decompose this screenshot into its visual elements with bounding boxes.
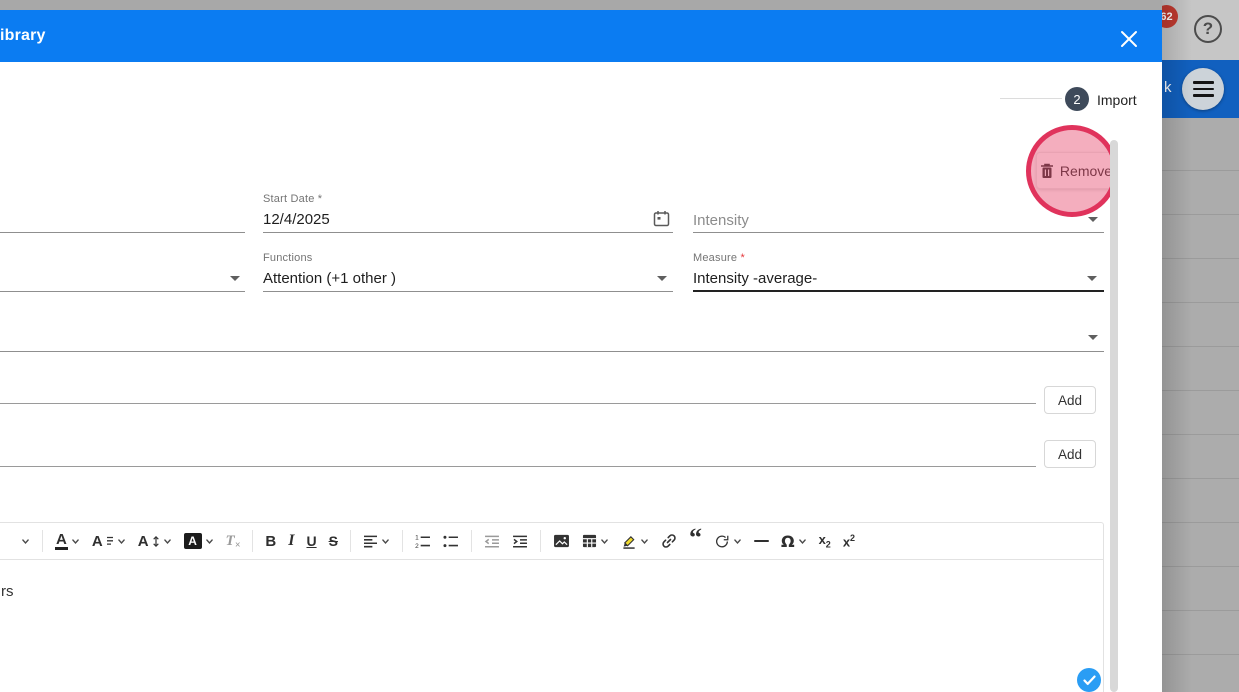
functions-underline xyxy=(263,291,673,292)
table-row-divider xyxy=(1162,346,1239,347)
intensity-caret-icon[interactable] xyxy=(1088,217,1098,222)
modal-scrollbar-thumb[interactable] xyxy=(1110,140,1118,692)
functions-select[interactable]: Attention (+1 other ) xyxy=(263,270,396,287)
step-2-circle[interactable]: 2 xyxy=(1065,87,1089,111)
start-date-input[interactable]: 12/4/2025 xyxy=(263,211,330,228)
table-row-divider xyxy=(1162,610,1239,611)
wide-select-underline[interactable] xyxy=(0,351,1104,352)
font-color-icon[interactable]: A xyxy=(55,532,80,550)
trash-icon xyxy=(1040,163,1053,178)
background-app-header: 62 ? xyxy=(1162,0,1239,60)
notification-badge: 62 xyxy=(1162,5,1178,28)
table-row-divider xyxy=(1162,390,1239,391)
indent-icon[interactable] xyxy=(512,535,528,548)
intensity-underline xyxy=(693,232,1104,233)
import-dialog: Library 2 Import Remove Start Date * 12/… xyxy=(0,10,1162,692)
background-navbar: k xyxy=(1162,60,1239,118)
table-row-divider xyxy=(1162,566,1239,567)
subscript-icon[interactable]: x2 xyxy=(819,532,831,550)
insert-table-icon[interactable] xyxy=(582,534,609,548)
svg-text:2: 2 xyxy=(415,543,419,548)
italic-icon[interactable]: I xyxy=(288,532,294,550)
dialog-title: Library xyxy=(0,27,46,44)
screen: 62 ? k Library 2 Import xyxy=(0,0,1239,692)
intensity-select[interactable]: Intensity xyxy=(693,212,749,229)
case-change-icon[interactable] xyxy=(714,534,742,549)
insert-image-icon[interactable] xyxy=(553,534,570,548)
special-characters-icon[interactable]: Ω xyxy=(781,532,807,551)
toolbar-separator xyxy=(539,530,541,552)
table-row-divider xyxy=(1162,170,1239,171)
table-row-divider xyxy=(1162,434,1239,435)
rich-text-editor: A A A A T× B I U S 1 2 “Ωx2 x2 rs xyxy=(0,522,1104,692)
measure-caret-icon[interactable] xyxy=(1087,276,1097,281)
wide-select-caret-icon[interactable] xyxy=(1088,335,1098,340)
confirm-check-fab[interactable] xyxy=(1077,668,1101,692)
close-icon[interactable] xyxy=(1118,28,1140,50)
remove-button-label: Remove xyxy=(1059,162,1113,179)
horizontal-line-icon[interactable] xyxy=(753,540,769,542)
functions-caret-icon[interactable] xyxy=(657,276,667,281)
underline-icon[interactable]: U xyxy=(306,533,316,549)
add-button-1[interactable]: Add xyxy=(1044,386,1096,414)
table-row-divider xyxy=(1162,214,1239,215)
add-input-1-underline[interactable] xyxy=(0,403,1036,404)
font-size-icon[interactable]: A xyxy=(138,533,172,550)
left-select-caret-icon[interactable] xyxy=(230,276,240,281)
background-table-rows xyxy=(1162,118,1239,692)
functions-label: Functions xyxy=(263,252,313,264)
table-row-divider xyxy=(1162,302,1239,303)
font-background-color-icon[interactable]: A xyxy=(183,533,214,549)
numbered-list-icon[interactable]: 12 xyxy=(415,535,431,548)
add-input-2-underline[interactable] xyxy=(0,466,1036,467)
superscript-icon[interactable]: x2 xyxy=(843,533,855,549)
bulleted-list-icon[interactable] xyxy=(443,535,459,548)
check-icon xyxy=(1082,675,1096,685)
remove-format-icon[interactable]: T× xyxy=(226,533,241,551)
start-date-underline xyxy=(263,232,673,233)
toolbar-separator xyxy=(349,530,351,552)
editor-text-fragment: rs xyxy=(1,583,14,600)
measure-underline xyxy=(693,290,1104,292)
highlight-icon[interactable] xyxy=(621,534,649,549)
stepper-connector xyxy=(1000,98,1062,99)
toolbar-separator xyxy=(401,530,403,552)
help-icon[interactable]: ? xyxy=(1194,15,1222,43)
block-quote-icon[interactable]: “ xyxy=(689,525,702,551)
background-page: 62 ? k xyxy=(1162,0,1239,692)
calendar-icon[interactable] xyxy=(653,210,670,227)
alignment-icon[interactable] xyxy=(363,535,390,548)
editor-content-area[interactable]: rs xyxy=(0,561,1103,692)
measure-label: Measure * xyxy=(693,252,745,264)
required-asterisk: * xyxy=(740,252,745,264)
dialog-header: Library xyxy=(0,10,1162,62)
left-select-underline xyxy=(0,291,245,292)
font-family-icon[interactable]: A xyxy=(92,533,126,550)
table-row-divider xyxy=(1162,522,1239,523)
editor-toolbar: A A A A T× B I U S 1 2 “Ωx2 x2 xyxy=(0,523,1103,560)
start-date-label: Start Date * xyxy=(263,193,323,205)
nav-text-fragment: k xyxy=(1164,79,1172,96)
left-field-underline[interactable] xyxy=(0,232,245,233)
hamburger-menu-button[interactable] xyxy=(1182,68,1224,110)
hamburger-icon xyxy=(1192,81,1214,84)
svg-text:1: 1 xyxy=(415,535,419,542)
table-row-divider xyxy=(1162,258,1239,259)
measure-select[interactable]: Intensity -average- xyxy=(693,270,817,287)
outdent-icon[interactable] xyxy=(484,535,500,548)
toolbar-separator xyxy=(252,530,254,552)
bold-icon[interactable]: B xyxy=(265,533,276,550)
toolbar-separator xyxy=(42,530,43,552)
remove-button[interactable]: Remove xyxy=(1036,152,1116,189)
table-row-divider xyxy=(1162,654,1239,655)
strikethrough-icon[interactable]: S xyxy=(329,533,338,549)
table-row-divider xyxy=(1162,478,1239,479)
step-2-label[interactable]: Import xyxy=(1097,92,1137,108)
paragraph-style-icon[interactable] xyxy=(21,537,30,546)
link-icon[interactable] xyxy=(661,533,677,549)
add-button-2[interactable]: Add xyxy=(1044,440,1096,468)
toolbar-separator xyxy=(470,530,472,552)
